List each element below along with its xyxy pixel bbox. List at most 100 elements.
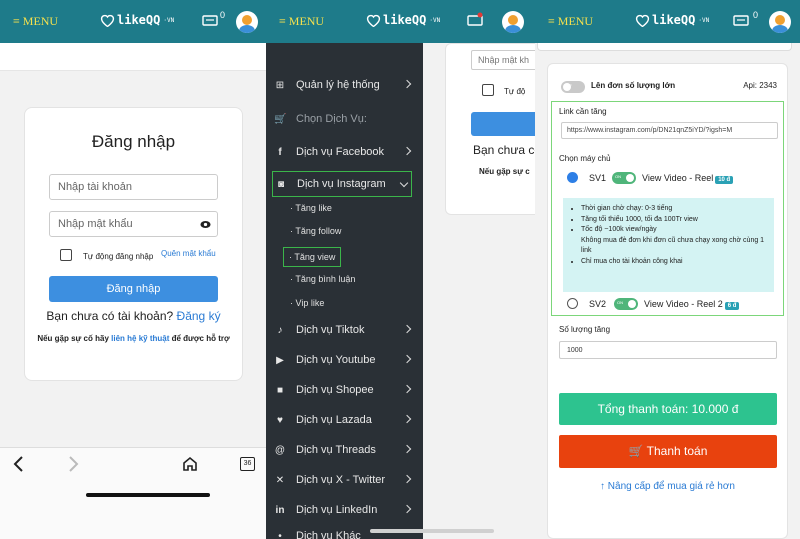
page-strip bbox=[0, 43, 266, 71]
password-input[interactable]: Nhập mật khẩu bbox=[49, 211, 218, 237]
help-suffix: để được hỗ trợ bbox=[171, 334, 230, 343]
menu-button[interactable]: ≡ MENU bbox=[548, 14, 593, 29]
background-login-card: Nhập mật kh Tự độ Bạn chưa co Nếu gặp sự… bbox=[445, 43, 535, 215]
sidebar-item-x[interactable]: ✕ Dịch vụ X - Twitter bbox=[274, 474, 414, 486]
sidebar-item-lazada[interactable]: ♥ Dịch vụ Lazada bbox=[274, 414, 414, 426]
sidebar-item-facebook[interactable]: f Dịch vụ Facebook bbox=[274, 146, 414, 158]
eye-icon[interactable] bbox=[200, 220, 211, 229]
server-label: Chọn máy chủ bbox=[559, 154, 611, 163]
sidebar-item-label: Dịch vụ LinkedIn bbox=[296, 504, 378, 516]
sidebar-item-youtube[interactable]: ▶ Dịch vụ Youtube bbox=[274, 354, 414, 366]
sv1-price-badge: 10 đ bbox=[715, 176, 734, 184]
quantity-label: Số lượng tăng bbox=[559, 325, 611, 334]
help-prefix: Nếu gặp sự cố hãy bbox=[37, 334, 109, 343]
submenu-item-comment[interactable]: · Tăng bình luận bbox=[290, 274, 355, 284]
login-title: Đăng nhập bbox=[91, 132, 176, 151]
background-remember-label: Tự độ bbox=[504, 87, 526, 96]
app-header: ≡ MENU likeQQ ·VN bbox=[266, 0, 535, 43]
avatar[interactable] bbox=[502, 11, 524, 33]
app-header: ≡ MENU likeQQ ·VN 0 bbox=[0, 0, 266, 43]
sv1-radio[interactable] bbox=[567, 172, 578, 183]
sidebar-section-services: 🛒 Chọn Dịch Vụ: bbox=[274, 113, 414, 125]
submenu-item-label: Tăng follow bbox=[295, 226, 342, 236]
menu-screen: ≡ MENU likeQQ ·VN Nhập mật kh Tự độ Bạn c… bbox=[266, 0, 535, 539]
support-link[interactable]: liên hệ kỹ thuật bbox=[111, 334, 169, 343]
submenu-item-follow[interactable]: · Tăng follow bbox=[290, 226, 341, 236]
cart-count: 0 bbox=[753, 10, 759, 20]
cart-icon[interactable] bbox=[202, 12, 218, 28]
previous-card-edge bbox=[537, 43, 792, 51]
toggle-text: ON bbox=[615, 174, 621, 179]
tiktok-icon: ♪ bbox=[277, 324, 283, 336]
home-indicator bbox=[86, 493, 210, 497]
total-payment-button[interactable]: Tổng thanh toán: 10.000 đ bbox=[559, 393, 777, 425]
username-input[interactable]: Nhập tài khoản bbox=[49, 174, 218, 200]
forgot-password-link[interactable]: Quên mật khẩu bbox=[161, 249, 216, 258]
instagram-icon: ◙ bbox=[277, 178, 285, 190]
submenu-item-label: Vip like bbox=[295, 298, 325, 308]
logo-text: likeQQ bbox=[652, 13, 696, 27]
register-link[interactable]: Đăng ký bbox=[177, 309, 221, 323]
home-icon[interactable] bbox=[182, 456, 198, 472]
browser-toolbar: 36 bbox=[0, 447, 266, 539]
quantity-input[interactable]: 1000 bbox=[559, 341, 777, 359]
sidebar-item-threads[interactable]: @ Dịch vụ Threads bbox=[274, 444, 414, 456]
cart-count: 0 bbox=[220, 10, 226, 20]
submenu-item-label: Tăng view bbox=[294, 252, 336, 262]
link-input[interactable]: https://www.instagram.com/p/DN21qnZ5iYD/… bbox=[561, 122, 778, 139]
menu-button[interactable]: ≡ MENU bbox=[279, 14, 324, 29]
logo-suffix: ·VN bbox=[698, 16, 710, 24]
sv2-option: View Video - Reel 26 đ bbox=[644, 299, 740, 310]
logo-suffix: ·VN bbox=[163, 16, 175, 24]
order-screen: ≡ MENU likeQQ ·VN 0 OFF Lên đơn số lượng … bbox=[535, 0, 800, 539]
avatar[interactable] bbox=[236, 11, 258, 33]
sidebar-item-label: Dịch vụ Threads bbox=[296, 444, 376, 456]
login-button[interactable]: Đăng nhập bbox=[49, 276, 218, 302]
sidebar-item-system[interactable]: ⊞ Quản lý hệ thống bbox=[274, 79, 414, 91]
site-logo[interactable]: likeQQ ·VN bbox=[366, 13, 440, 27]
upgrade-link[interactable]: ↑ Nâng cấp để mua giá rẻ hơn bbox=[548, 481, 787, 492]
sidebar-item-label: Dịch vụ Lazada bbox=[296, 414, 372, 426]
chevron-right-icon bbox=[402, 354, 412, 364]
grid-icon: ⊞ bbox=[275, 79, 285, 91]
heart-icon bbox=[366, 14, 381, 27]
tabs-button[interactable]: 36 bbox=[240, 457, 255, 471]
sidebar-item-instagram[interactable]: ◙ Dịch vụ Instagram bbox=[272, 171, 412, 197]
forward-icon[interactable] bbox=[68, 456, 80, 472]
sidebar-item-label: Dịch vụ Youtube bbox=[296, 354, 376, 366]
heart-icon: ♥ bbox=[277, 414, 283, 426]
site-logo[interactable]: likeQQ ·VN bbox=[635, 13, 709, 27]
no-account-text: Bạn chưa có tài khoản? bbox=[46, 309, 174, 323]
sv2-name: SV2 bbox=[589, 299, 607, 309]
sidebar-item-tiktok[interactable]: ♪ Dịch vụ Tiktok bbox=[274, 324, 414, 336]
avatar[interactable] bbox=[769, 11, 791, 33]
pay-button[interactable]: 🛒 Thanh toán bbox=[559, 435, 777, 468]
sidebar-item-label: Quản lý hệ thống bbox=[296, 79, 380, 91]
sidebar-item-shopee[interactable]: ■ Dịch vụ Shopee bbox=[274, 384, 414, 396]
shopping-bag-icon: ■ bbox=[276, 384, 284, 396]
bulk-order-toggle[interactable]: OFF bbox=[561, 81, 585, 93]
background-no-account: Bạn chưa co bbox=[473, 143, 535, 157]
help-text: Nếu gặp sự cố hãy liên hệ kỹ thuật để đư… bbox=[35, 332, 232, 345]
submenu-item-view[interactable]: · Tăng view bbox=[283, 247, 342, 267]
cart-icon[interactable] bbox=[733, 12, 749, 28]
login-card: Đăng nhập Nhập tài khoản Nhập mật khẩu T… bbox=[24, 107, 243, 381]
logo-text: likeQQ bbox=[117, 13, 161, 27]
order-form-section: Link cần tăng https://www.instagram.com/… bbox=[551, 101, 784, 316]
submenu-item-like[interactable]: · Tăng like bbox=[290, 203, 332, 213]
remember-checkbox[interactable] bbox=[60, 249, 72, 261]
submenu-item-viplike[interactable]: · Vip like bbox=[290, 298, 324, 308]
logo-text: likeQQ bbox=[383, 13, 427, 27]
login-screen: ≡ MENU likeQQ ·VN 0 Đăng nhập Nhập tài kh… bbox=[0, 0, 266, 539]
note-item: Tốc độ ~100k view/ngày bbox=[581, 225, 766, 236]
back-icon[interactable] bbox=[12, 456, 24, 472]
sv2-radio[interactable] bbox=[567, 298, 578, 309]
menu-button[interactable]: ≡ MENU bbox=[13, 14, 58, 29]
toggle-text: ON bbox=[617, 300, 623, 305]
order-card: OFF Lên đơn số lượng lớn Api: 2343 Link … bbox=[547, 63, 788, 539]
site-logo[interactable]: likeQQ ·VN bbox=[100, 13, 174, 27]
cart-icon[interactable] bbox=[467, 12, 483, 28]
sidebar-item-label: Dịch vụ Facebook bbox=[296, 146, 385, 158]
sidebar-item-linkedin[interactable]: in Dịch vụ LinkedIn bbox=[274, 504, 414, 516]
sv2-price-badge: 6 đ bbox=[724, 302, 740, 310]
